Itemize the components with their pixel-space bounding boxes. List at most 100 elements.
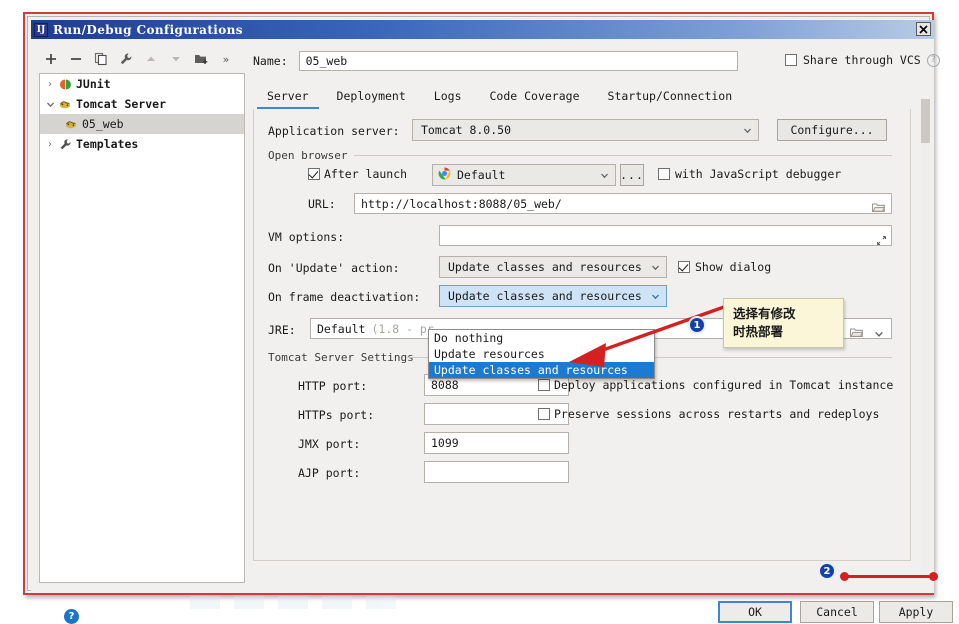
tree-item-label: 05_web [82,117,124,131]
vertical-scrollbar[interactable] [921,99,930,569]
show-dialog-label: Show dialog [695,260,772,274]
new-folder-icon[interactable] [193,51,209,67]
url-input[interactable]: http://localhost:8088/05_web/ [354,193,892,214]
tab-bar: Server Deployment Logs Code Coverage Sta… [253,83,911,110]
dropdown-option-do-nothing[interactable]: Do nothing [429,330,654,346]
chevron-right-icon[interactable]: › [43,79,57,90]
url-browse-folder-icon[interactable] [871,198,886,217]
url-label: URL: [308,197,336,211]
expand-icon[interactable] [876,231,887,250]
name-row: Name: 05_web [253,51,738,71]
chevron-down-icon[interactable] [593,171,615,180]
jre-browse-folder-icon[interactable] [849,323,864,342]
help-icon[interactable]: ? [926,53,940,67]
help-icon[interactable]: ? [64,609,79,624]
window-title: Run/Debug Configurations [53,22,243,37]
dropdown-option-update-classes-and-resources[interactable]: Update classes and resources [429,362,654,378]
on-frame-deactivation-dropdown-list[interactable]: Do nothing Update resources Update class… [428,329,655,379]
name-label: Name: [253,54,288,68]
configurations-tree[interactable]: › JUnit Tomcat Server 05_web › Templates [39,73,245,583]
underline-dot-left [840,572,849,581]
tab-server[interactable]: Server [253,89,323,110]
ok-button[interactable]: OK [718,601,792,623]
annotation-note: 选择有修改 时热部署 [723,298,844,348]
copy-icon[interactable] [93,51,109,67]
tab-code-coverage[interactable]: Code Coverage [476,89,594,109]
jmx-port-input[interactable]: 1099 [424,432,569,454]
http-port-label: HTTP port: [298,379,368,393]
scrollbar-thumb[interactable] [921,99,930,143]
after-launch-checkbox[interactable] [308,168,320,180]
chevron-down-icon[interactable] [736,126,758,135]
tree-item-05-web[interactable]: 05_web [40,114,244,134]
title-bar: IJ Run/Debug Configurations [31,20,934,39]
jre-value: Default [317,321,366,336]
configure-button[interactable]: Configure... [777,119,887,141]
deploy-applications-checkbox[interactable] [538,379,550,391]
on-frame-deactivation-combo[interactable]: Update classes and resources [439,285,667,307]
tab-logs[interactable]: Logs [420,89,476,109]
show-dialog-checkbox[interactable] [678,261,690,273]
vm-options-input[interactable] [439,225,892,246]
watermark-strip [190,596,610,611]
tomcat-settings-group-title: Tomcat Server Settings [268,351,419,364]
share-through-vcs-row: Share through VCS ? [785,53,940,67]
preserve-sessions-checkbox[interactable] [538,408,550,420]
move-up-icon[interactable] [143,51,159,67]
js-debugger-checkbox[interactable] [658,168,670,180]
wrench-icon [57,137,73,151]
apply-button[interactable]: Apply [879,601,953,623]
tree-item-label: JUnit [76,77,111,91]
on-update-action-label: On 'Update' action: [268,261,400,275]
application-server-value: Tomcat 8.0.50 [421,123,512,137]
share-through-vcs-label: Share through VCS [803,53,921,67]
edit-templates-wrench-icon[interactable] [118,51,134,67]
add-icon[interactable] [43,51,59,67]
application-server-combo[interactable]: Tomcat 8.0.50 [412,119,759,141]
tomcat-icon [63,117,79,131]
dropdown-option-update-resources[interactable]: Update resources [429,346,654,362]
group-divider [354,155,892,156]
on-update-action-combo[interactable]: Update classes and resources [439,256,667,278]
annotation-note-line2: 时热部署 [733,324,784,339]
remove-icon[interactable] [68,51,84,67]
vm-options-label: VM options: [268,230,345,244]
cancel-button[interactable]: Cancel [800,601,874,623]
tree-item-tomcat-server[interactable]: Tomcat Server [40,94,244,114]
on-frame-deactivation-label: On frame deactivation: [268,290,421,304]
move-down-icon[interactable] [168,51,184,67]
tab-startup-connection[interactable]: Startup/Connection [594,89,747,109]
after-launch-label: After launch [324,167,408,181]
chevron-right-icon[interactable]: › [43,139,57,150]
idea-logo-icon: IJ [34,22,48,37]
close-icon[interactable] [916,22,931,36]
tree-item-templates[interactable]: › Templates [40,134,244,154]
share-through-vcs-checkbox[interactable] [785,54,797,66]
tree-item-label: Tomcat Server [76,97,167,111]
https-port-label: HTTPs port: [298,408,375,422]
jre-chevron-down-icon[interactable] [874,324,884,343]
ajp-port-input[interactable] [424,461,569,483]
on-update-action-value: Update classes and resources [448,260,642,274]
deploy-applications-label: Deploy applications configured in Tomcat… [554,378,894,392]
browser-combo[interactable]: Default [432,164,616,186]
browser-ellipsis-button[interactable]: ... [620,164,644,186]
watermark-box [322,596,352,609]
chrome-icon [438,167,451,183]
tree-item-junit[interactable]: › JUnit [40,74,244,94]
application-server-label: Application server: [268,124,400,138]
jre-label: JRE: [268,323,296,337]
name-input[interactable]: 05_web [298,51,738,71]
tab-deployment[interactable]: Deployment [323,89,420,109]
chevron-down-icon[interactable] [644,292,666,301]
tomcat-icon [57,97,73,111]
js-debugger-label: with JavaScript debugger [675,167,842,181]
configurations-toolbar: » [39,47,244,71]
more-icon[interactable]: » [218,51,234,67]
junit-icon [57,77,73,91]
preserve-sessions-label: Preserve sessions across restarts and re… [554,407,880,421]
chevron-down-icon[interactable] [644,263,666,272]
tree-item-label: Templates [76,137,139,151]
chevron-down-icon[interactable] [43,100,57,109]
ajp-port-label: AJP port: [298,466,361,480]
